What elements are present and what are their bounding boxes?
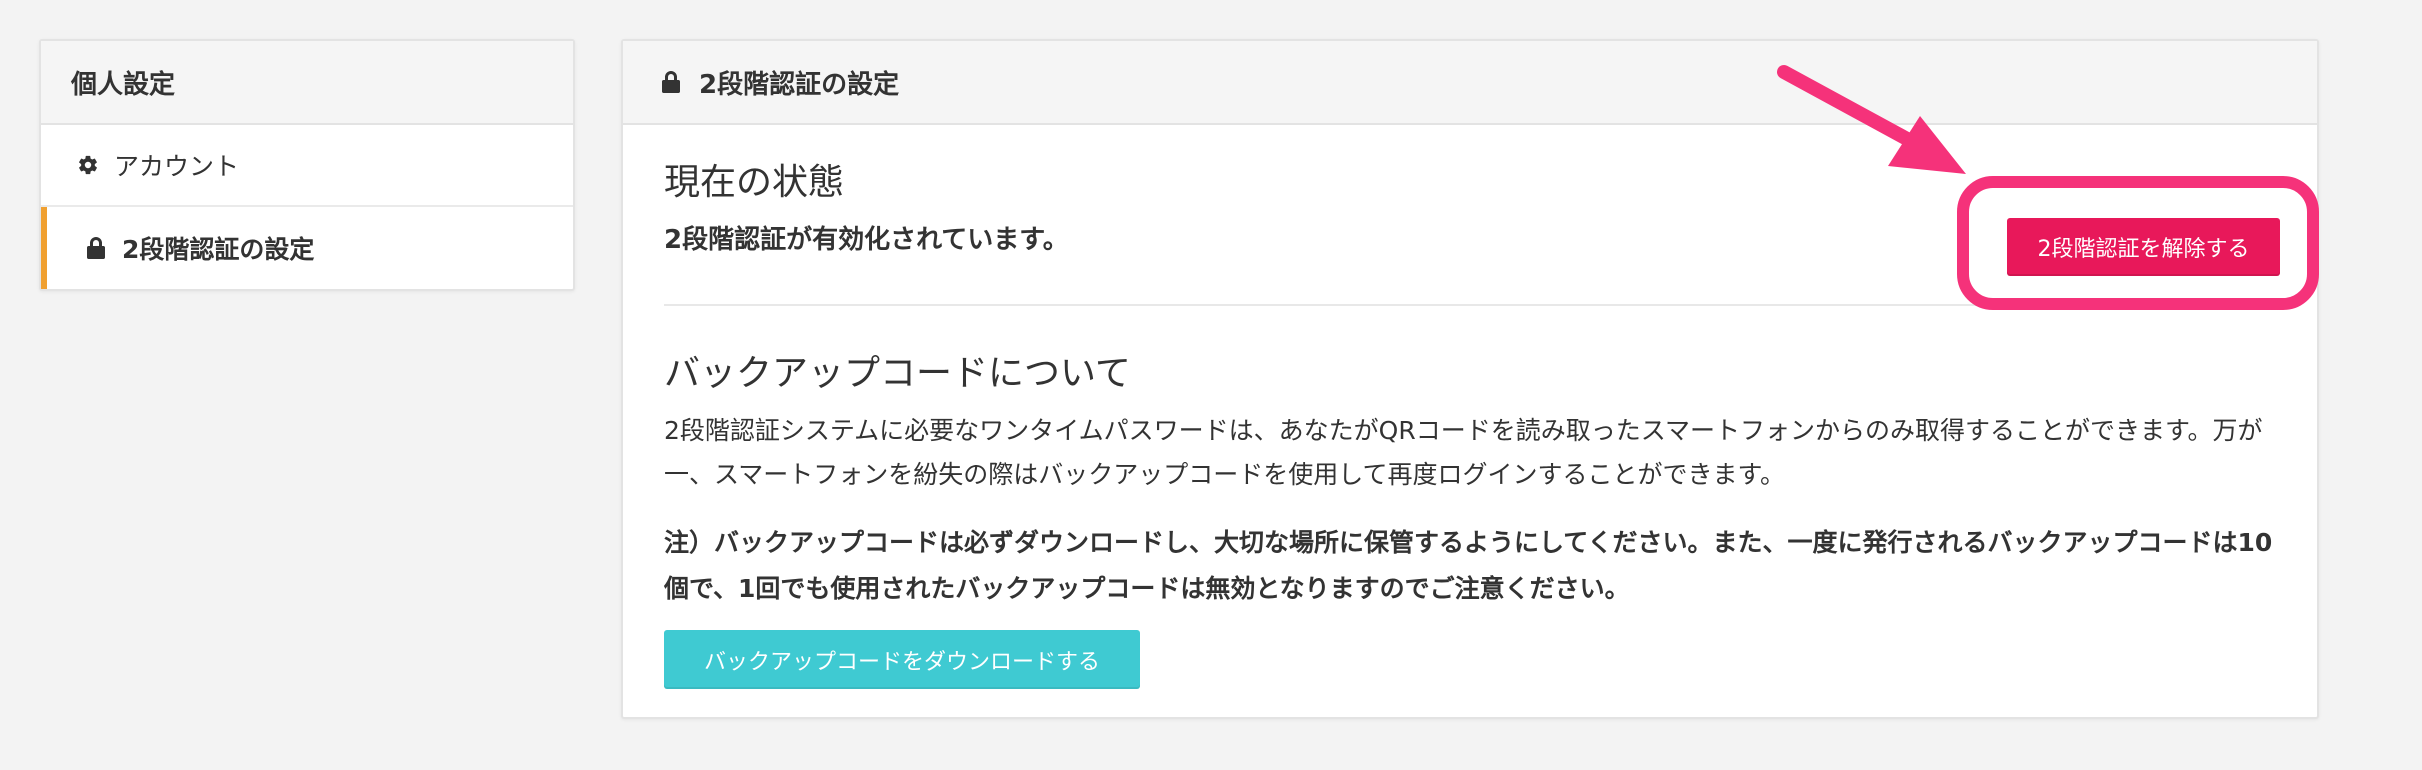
status-text: 2段階認証が有効化されています。 bbox=[664, 225, 1069, 255]
lock-icon bbox=[84, 236, 108, 260]
settings-sidebar: 個人設定 アカウント 2段階認証の設定 bbox=[39, 39, 575, 291]
sidebar-item-label: 2段階認証の設定 bbox=[122, 235, 315, 264]
sidebar-item-label: アカウント bbox=[114, 152, 240, 181]
sidebar-title: 個人設定 bbox=[41, 41, 573, 125]
annotation-highlight bbox=[1957, 176, 2319, 310]
status-heading: 現在の状態 bbox=[664, 162, 845, 203]
two-factor-panel: 2段階認証の設定 現在の状態 2段階認証が有効化されています。 2段階認証を解除… bbox=[621, 39, 2319, 719]
download-backup-codes-button[interactable]: バックアップコードをダウンロードする bbox=[664, 630, 1140, 689]
sidebar-item-account[interactable]: アカウント bbox=[41, 125, 573, 207]
page: 個人設定 アカウント 2段階認証の設定 2段階認証の設定 現在の状態 2段階認証… bbox=[0, 0, 2422, 770]
backup-note: 注）バックアップコードは必ずダウンロードし、大切な場所に保管するようにしてくださ… bbox=[664, 528, 2273, 603]
annotation-arrow-icon bbox=[1777, 65, 1966, 174]
backup-description: 2段階認証システムに必要なワンタイムパスワードは、あなたがQRコードを読み取った… bbox=[664, 416, 2263, 489]
gear-icon bbox=[76, 153, 100, 177]
panel-header: 2段階認証の設定 bbox=[623, 41, 2317, 125]
sidebar-item-two-factor[interactable]: 2段階認証の設定 bbox=[41, 207, 573, 289]
lock-icon bbox=[659, 70, 683, 94]
backup-heading: バックアップコードについて bbox=[664, 353, 1131, 394]
panel-title: 2段階認証の設定 bbox=[699, 69, 900, 100]
